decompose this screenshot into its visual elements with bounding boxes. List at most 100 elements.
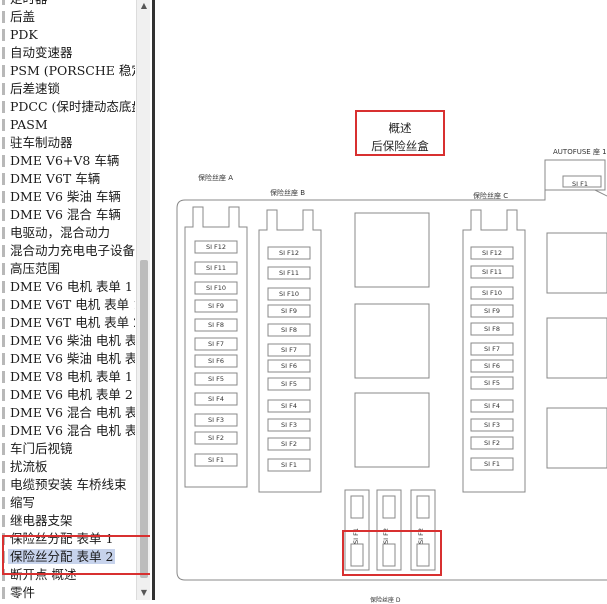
tree-line-icon [2, 83, 5, 95]
fuse-holder-b-label: 保险丝座 B [270, 189, 306, 197]
tree-line-icon [2, 479, 5, 491]
nav-list: 定时器后盖 PDK 自动变速器 PSM (PORSCHE 稳定管理系统) 后差速锁 PDC… [0, 0, 135, 600]
sidebar-item[interactable]: DME V8 电机 表单 1 [0, 368, 135, 386]
diagram-title-box: 概述 后保险丝盒 [355, 110, 445, 156]
tree-line-icon [2, 155, 5, 167]
tree-line-icon [2, 281, 5, 293]
holder-a-fuse-label: SI F5 [208, 375, 224, 383]
sidebar-item[interactable]: DME V6 电机 表单 2 [0, 386, 135, 404]
holder-c-fuse-label: SI F9 [484, 307, 500, 315]
sidebar-item-label: 保险丝分配 表单 1 [10, 531, 114, 546]
sidebar-item[interactable]: 电驱动，混合动力 [0, 224, 135, 242]
sidebar-item[interactable]: PASM [0, 116, 135, 134]
sidebar-item[interactable]: PSM (PORSCHE 稳定管理系统) [0, 62, 135, 80]
holder-c-fuse-label: SI F3 [484, 421, 500, 429]
sidebar-item[interactable]: DME V6T 电机 表单 2 [0, 314, 135, 332]
sidebar-item-label: PDK [10, 27, 38, 42]
tree-line-icon [2, 209, 5, 221]
sidebar-item[interactable]: 混合动力充电电子设备 [0, 242, 135, 260]
sidebar-item-label: 电缆预安装 车桥线束 [10, 477, 127, 492]
sidebar-item-label: DME V6 柴油 车辆 [10, 189, 121, 204]
sidebar-item-label: DME V6T 电机 表单 1 [10, 297, 135, 312]
tree-line-icon [2, 191, 5, 203]
sidebar-item[interactable]: DME V6 柴油 车辆 [0, 188, 135, 206]
autofuse-label: AUTOFUSE 座 1 [553, 148, 607, 156]
sidebar-item[interactable]: DME V6 柴油 电机 表单 [0, 332, 135, 350]
tree-line-icon [2, 551, 5, 563]
sidebar-item[interactable]: 驻车制动器 [0, 134, 135, 152]
sidebar-item-label: 自动变速器 [10, 45, 73, 60]
tree-line-icon [2, 245, 5, 257]
sidebar-item[interactable]: 后盖 [0, 8, 135, 26]
sidebar-item[interactable]: DME V6 混合 电机 表单 [0, 422, 135, 440]
bottom-fuse-slot-top [416, 495, 430, 519]
tree-line-icon [2, 317, 5, 329]
holder-c-fuse-label: SI F10 [481, 289, 503, 297]
holder-a-fuse-label: SI F8 [208, 321, 224, 329]
sidebar-item[interactable]: DME V6 电机 表单 1 [0, 278, 135, 296]
holder-c-fuse-label: SI F2 [484, 439, 500, 447]
sidebar-item[interactable]: DME V6 柴油 电机 表单 [0, 350, 135, 368]
sidebar-item[interactable]: 保险丝分配 表单 1 [0, 530, 135, 548]
tree-line-icon [2, 353, 5, 365]
sidebar-item[interactable]: PDK [0, 26, 135, 44]
sidebar-item[interactable]: 自动变速器 [0, 44, 135, 62]
sidebar-item-label: DME V6 混合 电机 表单 [10, 405, 135, 420]
tree-line-icon [2, 11, 5, 23]
sidebar-item-label: PDCC (保时捷动态底盘控制系统) [10, 99, 135, 114]
sidebar-item[interactable]: DME V6 混合 车辆 [0, 206, 135, 224]
sidebar-item-label: 扰流板 [10, 459, 48, 474]
sidebar-item[interactable]: 高压范围 [0, 260, 135, 278]
sidebar-item[interactable]: 断开点 概述 [0, 566, 135, 584]
tree-line-icon [2, 47, 5, 59]
sidebar-item-label: PASM [10, 117, 48, 132]
scroll-up-arrow-icon[interactable]: ▲ [137, 0, 150, 12]
holder-c-fuse-label: SI F1 [484, 460, 500, 468]
sidebar-item[interactable]: 扰流板 [0, 458, 135, 476]
sidebar-item[interactable]: 后差速锁 [0, 80, 135, 98]
sidebar-item[interactable]: 定时器 [0, 0, 135, 8]
sidebar-item[interactable]: 电缆预安装 车桥线束 [0, 476, 135, 494]
tree-line-icon [2, 497, 5, 509]
sidebar-item[interactable]: 缩写 [0, 494, 135, 512]
sidebar-item[interactable]: 车门后视镜 [0, 440, 135, 458]
holder-a-fuse-label: SI F9 [208, 302, 224, 310]
tree-line-icon [2, 65, 5, 77]
holder-a-fuse-label: SI F4 [208, 395, 224, 403]
fuse-box-outline [176, 189, 607, 581]
diagram-title: 概述 [388, 121, 412, 135]
holder-c-fuse-label: SI F4 [484, 402, 500, 410]
sidebar-scrollbar[interactable]: ▲ ▼ [136, 0, 150, 600]
sidebar-item-label: 车门后视镜 [10, 441, 73, 456]
sidebar-item[interactable]: DME V6T 车辆 [0, 170, 135, 188]
holder-b-fuse-label: SI F12 [278, 249, 300, 257]
holder-b-fuse-label: SI F10 [278, 290, 300, 298]
holder-c-fuse-label: SI F8 [484, 325, 500, 333]
tree-line-icon [2, 335, 5, 347]
sidebar-item-label: 保险丝分配 表单 2 [8, 549, 116, 564]
sidebar-item[interactable]: 保险丝分配 表单 2 [0, 548, 135, 566]
sidebar-item-label: 零件 [10, 585, 36, 600]
tree-line-icon [2, 533, 5, 545]
sidebar-item[interactable]: 继电器支架 [0, 512, 135, 530]
sidebar-item[interactable]: PDCC (保时捷动态底盘控制系统) [0, 98, 135, 116]
sidebar-item-label: DME V6T 车辆 [10, 171, 101, 186]
holder-b-fuse-label: SI F6 [281, 362, 297, 370]
sidebar-item[interactable]: DME V6 混合 电机 表单 [0, 404, 135, 422]
holder-b-fuse-label: SI F9 [281, 307, 297, 315]
tree-line-icon [2, 389, 5, 401]
bottom-fuse-highlight-box [342, 530, 442, 576]
navigation-sidebar: 定时器后盖 PDK 自动变速器 PSM (PORSCHE 稳定管理系统) 后差速锁 PDC… [0, 0, 150, 600]
fuse-holder-a-label: 保险丝座 A [198, 174, 234, 182]
sidebar-item-label: DME V6 柴油 电机 表单 [10, 333, 135, 348]
sidebar-item[interactable]: DME V6T 电机 表单 1 [0, 296, 135, 314]
sidebar-item-label: DME V8 电机 表单 1 [10, 369, 133, 384]
holder-a-fuse-label: SI F10 [205, 284, 227, 292]
sidebar-item[interactable]: DME V6+V8 车辆 [0, 152, 135, 170]
scroll-thumb[interactable] [140, 260, 148, 578]
tree-line-icon [2, 101, 5, 113]
scroll-down-arrow-icon[interactable]: ▼ [137, 586, 150, 600]
holder-a-fuse-label: SI F12 [205, 243, 227, 251]
sidebar-item-label: 断开点 概述 [10, 567, 77, 582]
sidebar-item[interactable]: 零件 [0, 584, 135, 600]
